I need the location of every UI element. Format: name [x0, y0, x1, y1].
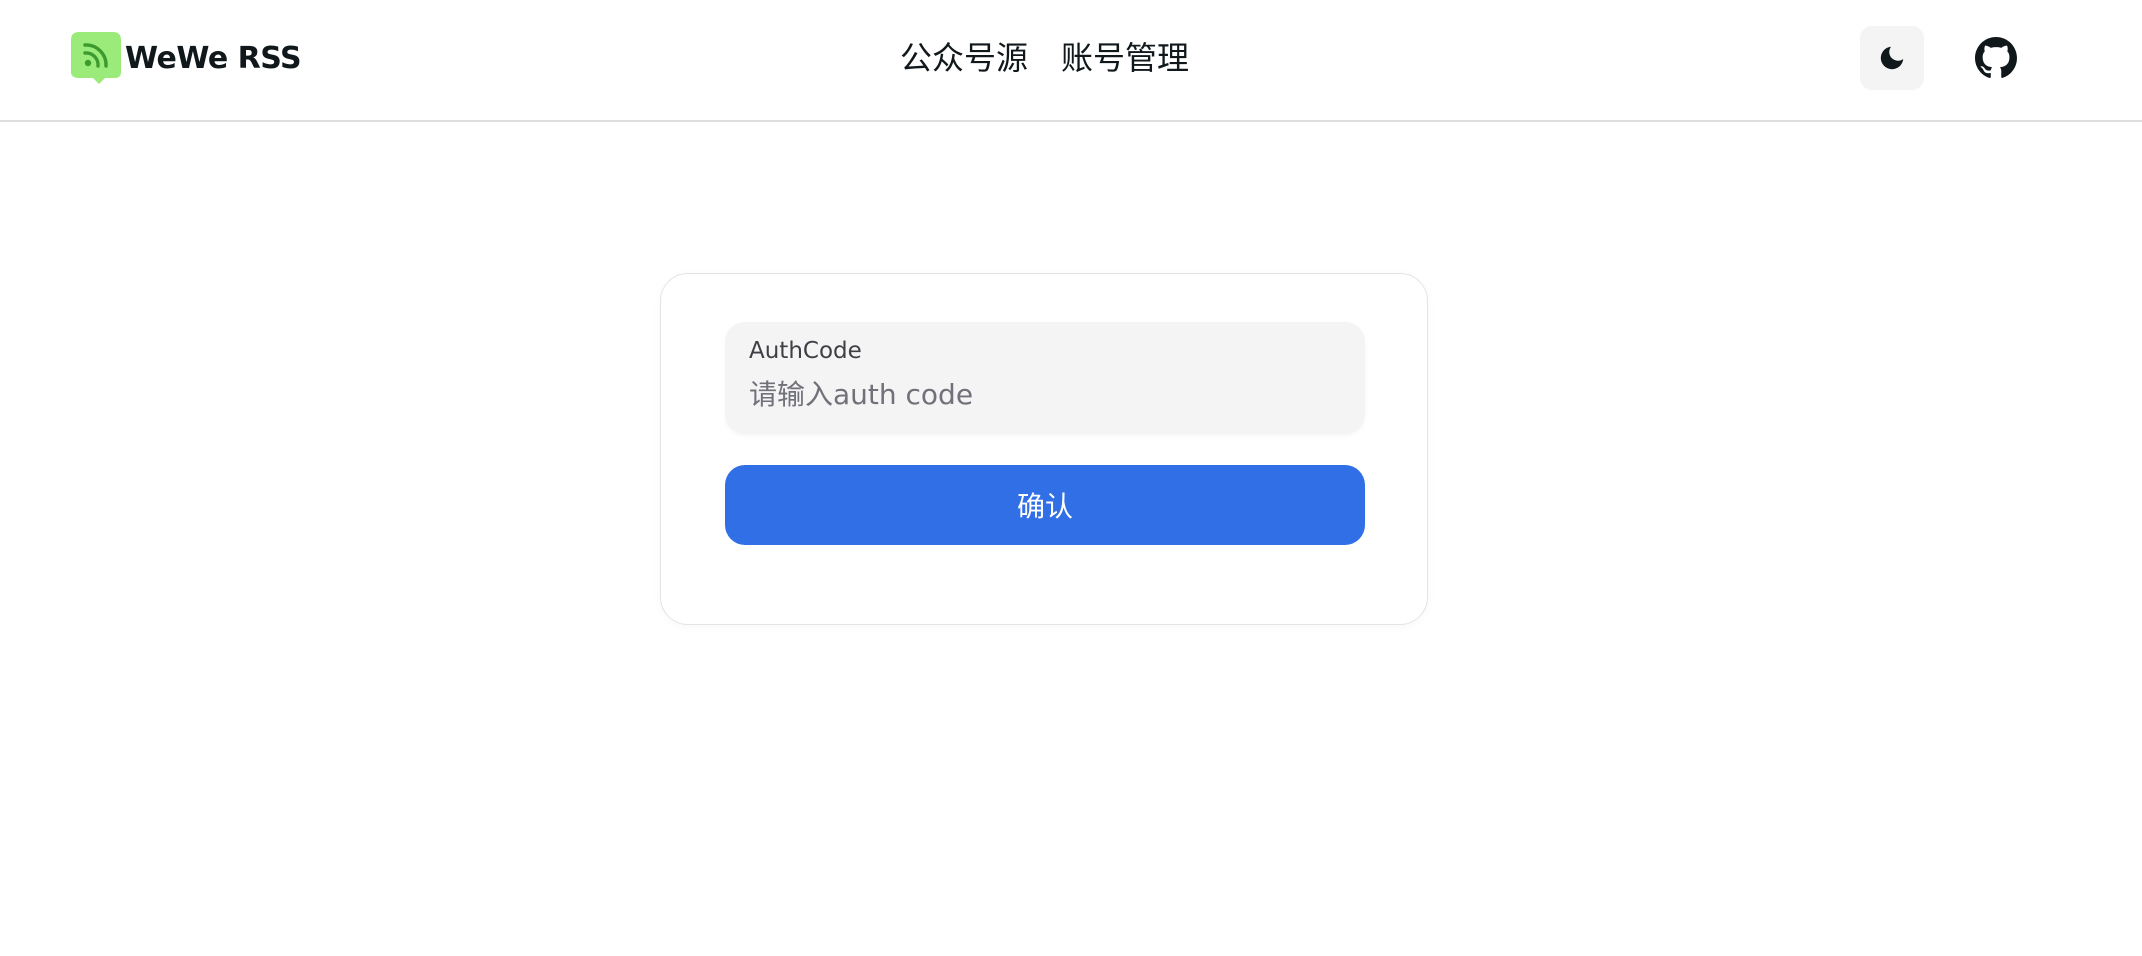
- auth-code-input[interactable]: [749, 374, 1339, 414]
- moon-icon: [1880, 46, 1904, 70]
- brand-name: WeWe RSS: [125, 40, 302, 76]
- confirm-button[interactable]: 确认: [725, 465, 1365, 545]
- github-icon: [1975, 37, 2017, 78]
- theme-toggle-button[interactable]: [1860, 26, 1924, 90]
- nav-item-accounts[interactable]: 账号管理: [1061, 38, 1189, 78]
- top-navbar: WeWe RSS 公众号源 账号管理: [0, 0, 2142, 122]
- main-nav: 公众号源 账号管理: [900, 38, 1189, 78]
- auth-code-label: AuthCode: [749, 338, 862, 364]
- auth-code-field[interactable]: AuthCode: [725, 322, 1365, 434]
- rss-chat-bubble-icon: [71, 32, 121, 84]
- nav-item-feeds[interactable]: 公众号源: [900, 38, 1028, 78]
- auth-card: AuthCode 确认: [660, 273, 1428, 625]
- brand[interactable]: WeWe RSS: [71, 32, 302, 84]
- github-link[interactable]: [1974, 36, 2018, 80]
